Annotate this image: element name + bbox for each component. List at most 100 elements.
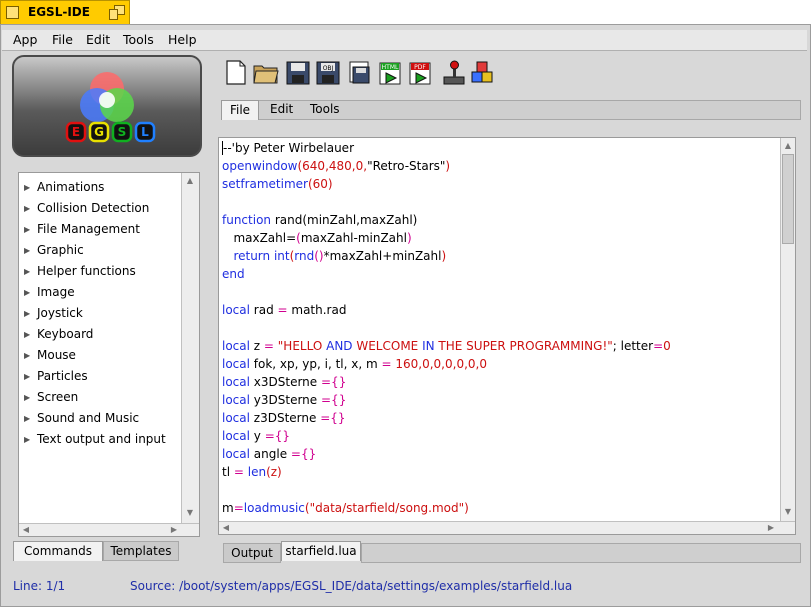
new-file-icon[interactable] bbox=[223, 59, 249, 87]
tab-edit[interactable]: Edit bbox=[270, 102, 293, 116]
tree-item-label: Helper functions bbox=[37, 264, 136, 278]
tab-file[interactable]: File bbox=[221, 100, 259, 120]
code-line: local z = "HELLO AND WELCOME IN THE SUPE… bbox=[222, 338, 671, 354]
code-token: return int bbox=[222, 249, 290, 263]
code-token: y3DSterne bbox=[253, 393, 321, 407]
tree-item[interactable]: ▶ File Management bbox=[24, 222, 140, 236]
window-title-tab[interactable]: EGSL-IDE bbox=[0, 0, 130, 24]
tree-item[interactable]: ▶ Text output and input bbox=[24, 432, 166, 446]
tree-item[interactable]: ▶ Image bbox=[24, 285, 75, 299]
expand-arrow-icon[interactable]: ▶ bbox=[24, 393, 37, 402]
tree-item-label: Image bbox=[37, 285, 75, 299]
code-token: rnd bbox=[294, 249, 315, 263]
tree-item[interactable]: ▶ Mouse bbox=[24, 348, 76, 362]
code-token: function bbox=[222, 213, 275, 227]
cubes-icon[interactable] bbox=[469, 59, 495, 87]
close-window-button[interactable] bbox=[6, 6, 19, 19]
tree-item[interactable]: ▶ Helper functions bbox=[24, 264, 136, 278]
code-token: *maxZahl+minZahl bbox=[323, 249, 442, 263]
tab-templates[interactable]: Templates bbox=[103, 541, 179, 561]
logo-letter-e: E bbox=[72, 125, 80, 139]
expand-arrow-icon[interactable]: ▶ bbox=[24, 183, 37, 192]
export-html-icon[interactable]: HTML bbox=[377, 59, 403, 87]
tree-item[interactable]: ▶ Graphic bbox=[24, 243, 84, 257]
editor-scroll-down-icon[interactable]: ▼ bbox=[781, 506, 795, 518]
code-token: angle bbox=[253, 447, 291, 461]
expand-arrow-icon[interactable]: ▶ bbox=[24, 246, 37, 255]
code-token: = bbox=[233, 465, 248, 479]
expand-arrow-icon[interactable]: ▶ bbox=[24, 309, 37, 318]
expand-arrow-icon[interactable]: ▶ bbox=[24, 204, 37, 213]
editor-scroll-up-icon[interactable]: ▲ bbox=[781, 140, 795, 152]
code-line: --'by Peter Wirbelauer bbox=[222, 140, 354, 156]
code-token: local bbox=[222, 411, 254, 425]
tree-vertical-scrollbar[interactable]: ▲ ▼ bbox=[181, 173, 199, 523]
code-token: loadmusic bbox=[243, 501, 305, 515]
editor-horizontal-scrollbar[interactable]: ◀ ▶ bbox=[219, 521, 795, 534]
code-token: () bbox=[314, 249, 324, 263]
tree-horizontal-scrollbar[interactable]: ◀ ▶ bbox=[19, 523, 199, 536]
tab-commands[interactable]: Commands bbox=[13, 541, 103, 561]
expand-arrow-icon[interactable]: ▶ bbox=[24, 372, 37, 381]
code-token: 160,0,0,0,0,0,0 bbox=[395, 357, 487, 371]
code-token: = bbox=[263, 339, 278, 353]
main-window: App File Edit Tools Help E G S L ▶ Animat bbox=[0, 24, 811, 607]
menu-help[interactable]: Help bbox=[168, 32, 197, 47]
code-token: local bbox=[222, 357, 254, 371]
editor-scroll-thumb[interactable] bbox=[782, 154, 794, 244]
expand-arrow-icon[interactable]: ▶ bbox=[24, 414, 37, 423]
expand-arrow-icon[interactable]: ▶ bbox=[24, 288, 37, 297]
open-folder-icon[interactable] bbox=[253, 59, 279, 87]
tree-item[interactable]: ▶ Sound and Music bbox=[24, 411, 139, 425]
egsl-logo: E G S L bbox=[12, 55, 202, 157]
code-line: setframetimer(60) bbox=[222, 176, 333, 192]
code-line: local z3DSterne ={} bbox=[222, 410, 346, 426]
menu-app[interactable]: App bbox=[13, 32, 37, 47]
code-token: m bbox=[222, 501, 234, 515]
tree-item[interactable]: ▶ Particles bbox=[24, 369, 88, 383]
code-editor[interactable]: --'by Peter Wirbelauer openwindow(640,480… bbox=[218, 137, 796, 535]
code-token: IN bbox=[422, 339, 439, 353]
editor-vertical-scrollbar[interactable]: ▲ ▼ bbox=[780, 138, 795, 521]
tree-item[interactable]: ▶ Keyboard bbox=[24, 327, 93, 341]
editor-tab-strip bbox=[259, 100, 801, 120]
editor-scroll-left-icon[interactable]: ◀ bbox=[219, 522, 233, 534]
scroll-right-icon[interactable]: ▶ bbox=[167, 524, 181, 536]
code-token: local bbox=[222, 429, 254, 443]
menu-file[interactable]: File bbox=[52, 32, 73, 47]
zoom-window-button[interactable] bbox=[109, 5, 125, 20]
tree-item[interactable]: ▶ Joystick bbox=[24, 306, 83, 320]
scroll-down-icon[interactable]: ▼ bbox=[183, 507, 197, 519]
code-token: z bbox=[253, 339, 264, 353]
export-pdf-icon[interactable]: PDF bbox=[407, 59, 433, 87]
editor-scroll-right-icon[interactable]: ▶ bbox=[764, 522, 778, 534]
expand-arrow-icon[interactable]: ▶ bbox=[24, 267, 37, 276]
menu-edit[interactable]: Edit bbox=[86, 32, 110, 47]
code-token: tl bbox=[222, 465, 234, 479]
tree-item[interactable]: ▶ Collision Detection bbox=[24, 201, 149, 215]
scroll-left-icon[interactable]: ◀ bbox=[19, 524, 33, 536]
menu-tools[interactable]: Tools bbox=[123, 32, 154, 47]
export-obj-icon[interactable] bbox=[347, 59, 373, 87]
code-token: ={} bbox=[264, 429, 291, 443]
tree-item[interactable]: ▶ Screen bbox=[24, 390, 78, 404]
code-token: --'by Peter Wirbelauer bbox=[223, 141, 354, 155]
tree-item[interactable]: ▶ Animations bbox=[24, 180, 104, 194]
expand-arrow-icon[interactable]: ▶ bbox=[24, 435, 37, 444]
scroll-up-icon[interactable]: ▲ bbox=[183, 175, 197, 187]
code-token: rand(minZahl,maxZahl) bbox=[274, 213, 418, 227]
window-title: EGSL-IDE bbox=[28, 5, 90, 19]
tab-output[interactable]: Output bbox=[223, 543, 281, 563]
tab-starfield-lua[interactable]: starfield.lua bbox=[281, 541, 361, 561]
tab-tools[interactable]: Tools bbox=[310, 102, 340, 116]
code-token: local bbox=[222, 303, 254, 317]
code-token: ={} bbox=[290, 447, 317, 461]
expand-arrow-icon[interactable]: ▶ bbox=[24, 225, 37, 234]
expand-arrow-icon[interactable]: ▶ bbox=[24, 330, 37, 339]
code-token: = bbox=[381, 357, 396, 371]
joystick-icon[interactable] bbox=[441, 59, 467, 87]
code-line: local rad = math.rad bbox=[222, 302, 346, 318]
save-as-icon[interactable]: OBJ bbox=[315, 59, 341, 87]
expand-arrow-icon[interactable]: ▶ bbox=[24, 351, 37, 360]
save-icon[interactable] bbox=[285, 59, 311, 87]
